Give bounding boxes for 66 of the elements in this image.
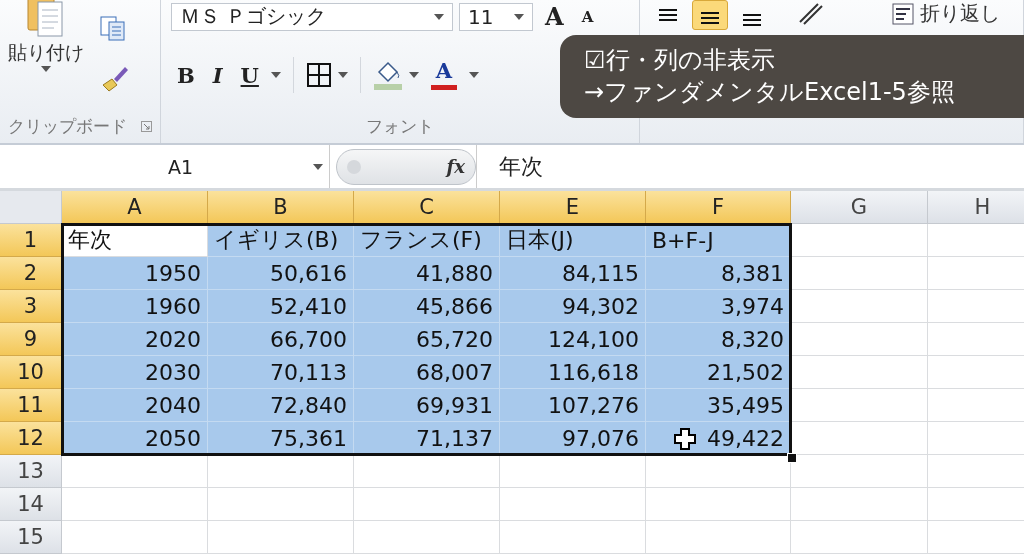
table-cell: 3,974 — [646, 290, 791, 323]
row-header[interactable]: 13 — [0, 455, 62, 488]
table-cell: 69,931 — [354, 389, 500, 422]
shrink-font-button[interactable]: A — [575, 5, 600, 28]
table-cell: 97,076 — [500, 422, 646, 455]
table-cell: 41,880 — [354, 257, 500, 290]
table-cell: 45,866 — [354, 290, 500, 323]
row-header[interactable]: 1 — [0, 224, 62, 257]
row-header[interactable]: 12 — [0, 422, 62, 455]
row-header[interactable]: 9 — [0, 323, 62, 356]
table-cell: 8,381 — [646, 257, 791, 290]
table-cell: 50,616 — [208, 257, 354, 290]
table-cell: 124,100 — [500, 323, 646, 356]
italic-button[interactable]: I — [206, 60, 229, 90]
wrap-text-button[interactable]: 折り返し — [892, 0, 1000, 27]
table-cell: 2020 — [62, 323, 208, 356]
font-color-button[interactable]: A — [424, 58, 463, 92]
bold-button[interactable]: B — [171, 60, 201, 90]
table-cell: 35,495 — [646, 389, 791, 422]
row-header[interactable]: 3 — [0, 290, 62, 323]
table-cell: 1950 — [62, 257, 208, 290]
table-cell: 2050 — [62, 422, 208, 455]
table-cell: イギリス(B) — [208, 224, 354, 257]
paste-button[interactable]: 貼り付け — [0, 0, 92, 109]
table-cell: 8,320 — [646, 323, 791, 356]
row-header[interactable]: 10 — [0, 356, 62, 389]
column-header[interactable]: B — [208, 191, 354, 224]
row-header[interactable]: 14 — [0, 488, 62, 521]
table-cell: 68,007 — [354, 356, 500, 389]
insert-function-button[interactable]: fx — [446, 156, 465, 177]
table-cell: 21,502 — [646, 356, 791, 389]
caption-overlay: ☑行・列の非表示 →ファンダメンタルExcel1-5参照 — [560, 35, 1024, 118]
column-header[interactable]: A — [62, 191, 208, 224]
font-name-field[interactable]: ＭＳ Ｐゴシック — [171, 2, 453, 31]
formula-field[interactable]: 年次 — [476, 145, 1024, 188]
table-cell: 49,422 — [646, 422, 791, 455]
table-cell: 65,720 — [354, 323, 500, 356]
table-cell: 116,618 — [500, 356, 646, 389]
table-cell: 75,361 — [208, 422, 354, 455]
table-cell: 1960 — [62, 290, 208, 323]
table-cell: 71,137 — [354, 422, 500, 455]
table-cell: 2040 — [62, 389, 208, 422]
column-header[interactable]: F — [646, 191, 791, 224]
table-cell: 66,700 — [208, 323, 354, 356]
column-header[interactable]: E — [500, 191, 646, 224]
table-cell: 日本(J) — [500, 224, 646, 257]
table-cell: 84,115 — [500, 257, 646, 290]
column-header[interactable]: C — [354, 191, 500, 224]
table-cell: 2030 — [62, 356, 208, 389]
table-cell: 72,840 — [208, 389, 354, 422]
column-header[interactable]: G — [791, 191, 928, 224]
table-cell: 52,410 — [208, 290, 354, 323]
group-label: クリップボード — [8, 114, 127, 138]
row-header[interactable]: 11 — [0, 389, 62, 422]
column-header[interactable]: H — [928, 191, 1024, 224]
group-label: フォント — [366, 114, 434, 138]
row-header[interactable]: 15 — [0, 521, 62, 554]
table-cell: 107,276 — [500, 389, 646, 422]
font-size-field[interactable]: 11 — [459, 2, 533, 31]
table-cell: フランス(F) — [354, 224, 500, 257]
table-cell: 94,302 — [500, 290, 646, 323]
table-cell: B+F-J — [646, 224, 791, 257]
underline-button[interactable]: U — [234, 60, 265, 90]
grow-font-button[interactable]: A — [539, 0, 570, 33]
table-cell: 70,113 — [208, 356, 354, 389]
row-header[interactable]: 2 — [0, 257, 62, 290]
